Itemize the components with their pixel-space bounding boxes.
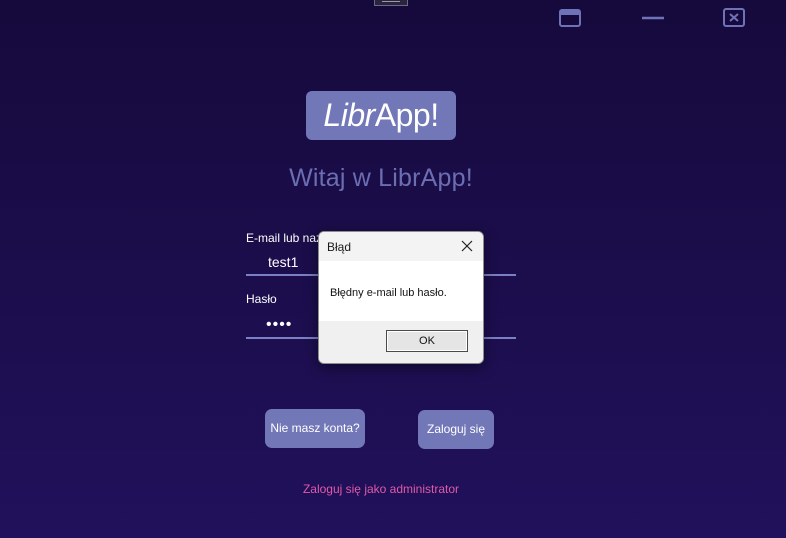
- close-button[interactable]: [722, 8, 746, 28]
- logo-italic-text: Libr: [323, 97, 375, 133]
- error-dialog: Błąd Błędny e-mail lub hasło. OK: [318, 231, 484, 364]
- signup-button[interactable]: Nie masz konta?: [265, 409, 365, 448]
- window-icon: [559, 9, 581, 27]
- dialog-title: Błąd: [327, 240, 352, 254]
- email-label: E-mail lub naz: [246, 231, 323, 245]
- close-box-icon: [723, 8, 745, 27]
- drag-handle[interactable]: [374, 0, 408, 6]
- ok-button[interactable]: OK: [386, 330, 468, 352]
- password-label: Hasło: [246, 292, 277, 306]
- dialog-titlebar: Błąd: [319, 232, 483, 261]
- close-icon: [461, 240, 473, 252]
- minimize-button[interactable]: [641, 8, 665, 28]
- dialog-message: Błędny e-mail lub hasło.: [330, 287, 447, 299]
- dialog-close-button[interactable]: [459, 238, 475, 254]
- dialog-body: Błędny e-mail lub hasło.: [319, 261, 483, 321]
- app-logo: LibrApp!: [306, 91, 456, 140]
- dialog-footer: OK: [319, 321, 483, 363]
- logo-bold-text: App!: [374, 97, 439, 133]
- welcome-heading: Witaj w LibrApp!: [289, 164, 473, 192]
- admin-login-link[interactable]: Zaloguj się jako administrator: [0, 482, 762, 496]
- maximize-button[interactable]: [558, 8, 582, 28]
- minimize-icon: [642, 16, 664, 20]
- login-button[interactable]: Zaloguj się: [418, 410, 494, 449]
